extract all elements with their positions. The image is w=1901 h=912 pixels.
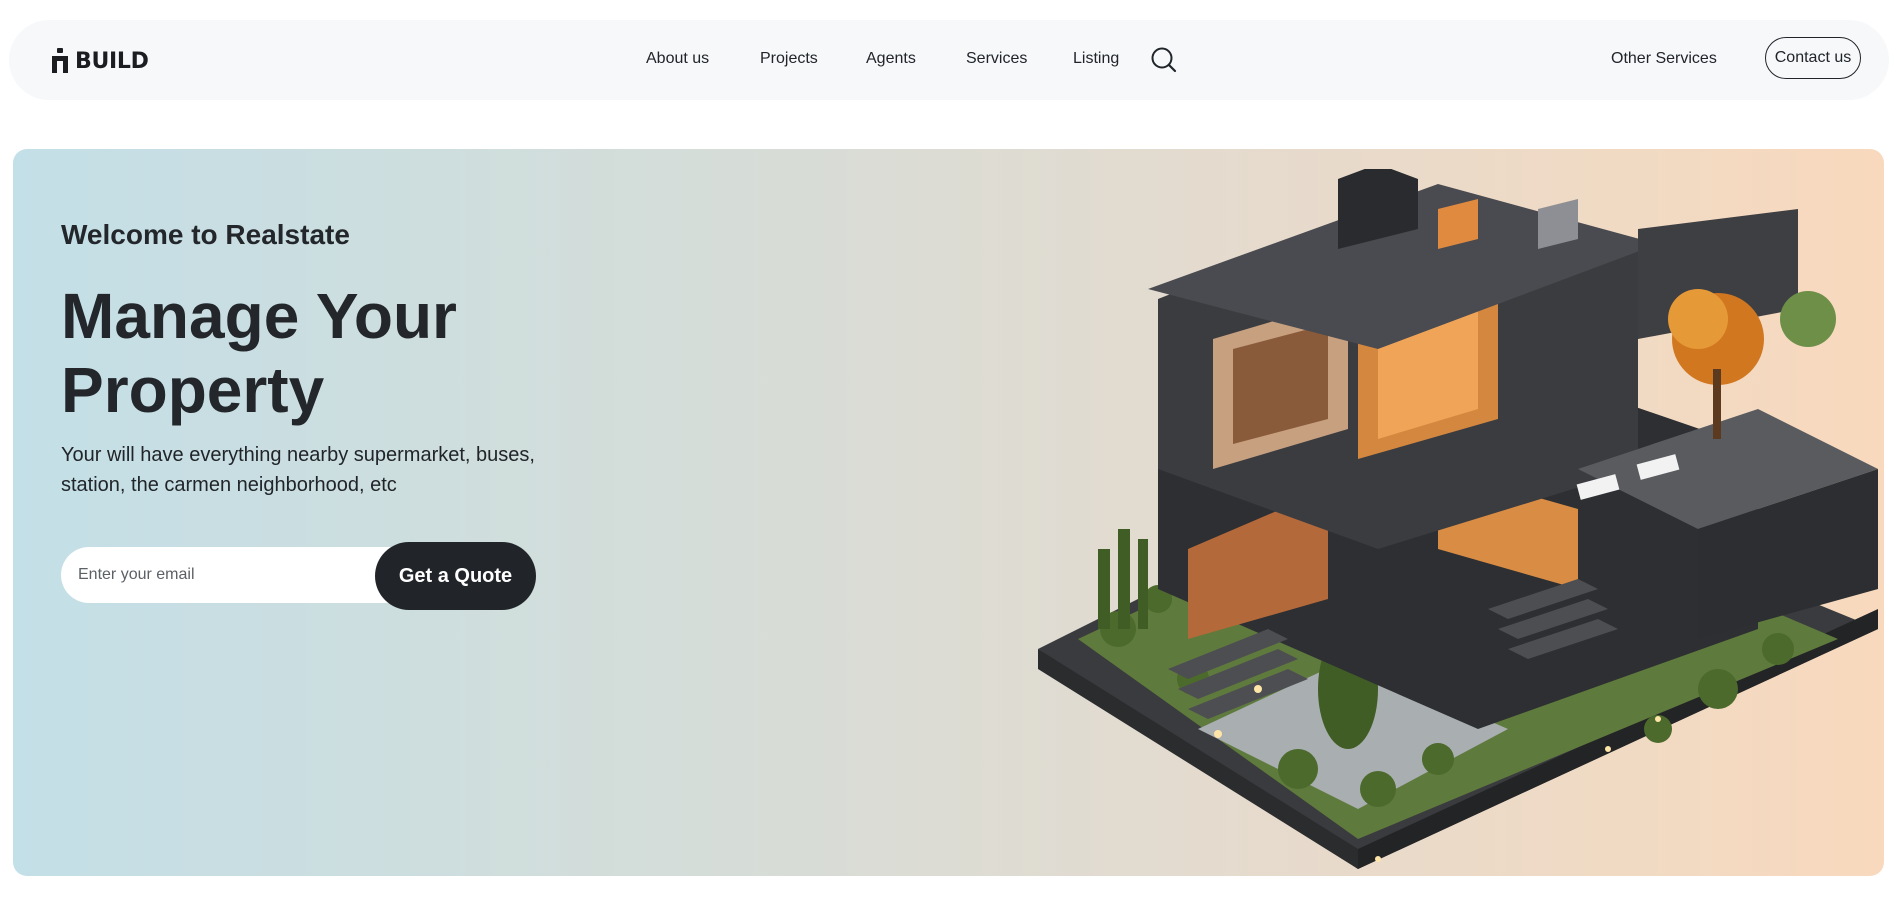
nav-services[interactable]: Services	[966, 49, 1027, 69]
nav-other-services[interactable]: Other Services	[1611, 49, 1717, 69]
hero-section: Welcome to Realstate Manage Your Propert…	[13, 149, 1884, 876]
contact-us-button[interactable]: Contact us	[1765, 37, 1861, 79]
modern-house-illustration	[1038, 169, 1878, 869]
nav-about-us[interactable]: About us	[646, 49, 709, 69]
hero-headline-line2: Property	[61, 354, 325, 426]
quote-form: Get a Quote	[61, 542, 537, 610]
hero-headline-line1: Manage Your	[61, 280, 457, 352]
top-navbar: BUILD About us Projects Agents Services …	[9, 20, 1889, 100]
nav-projects[interactable]: Projects	[760, 49, 818, 69]
hero-welcome: Welcome to Realstate	[61, 219, 350, 250]
main-nav: About us Projects Agents Services Listin…	[9, 20, 1889, 100]
email-input[interactable]	[61, 547, 411, 603]
search-icon[interactable]	[1150, 46, 1178, 74]
get-quote-button[interactable]: Get a Quote	[375, 542, 536, 610]
nav-agents[interactable]: Agents	[866, 49, 916, 69]
nav-listing[interactable]: Listing	[1073, 49, 1119, 69]
hero-headline: Manage Your Property	[61, 279, 621, 427]
hero-subtext: Your will have everything nearby superma…	[61, 444, 535, 496]
